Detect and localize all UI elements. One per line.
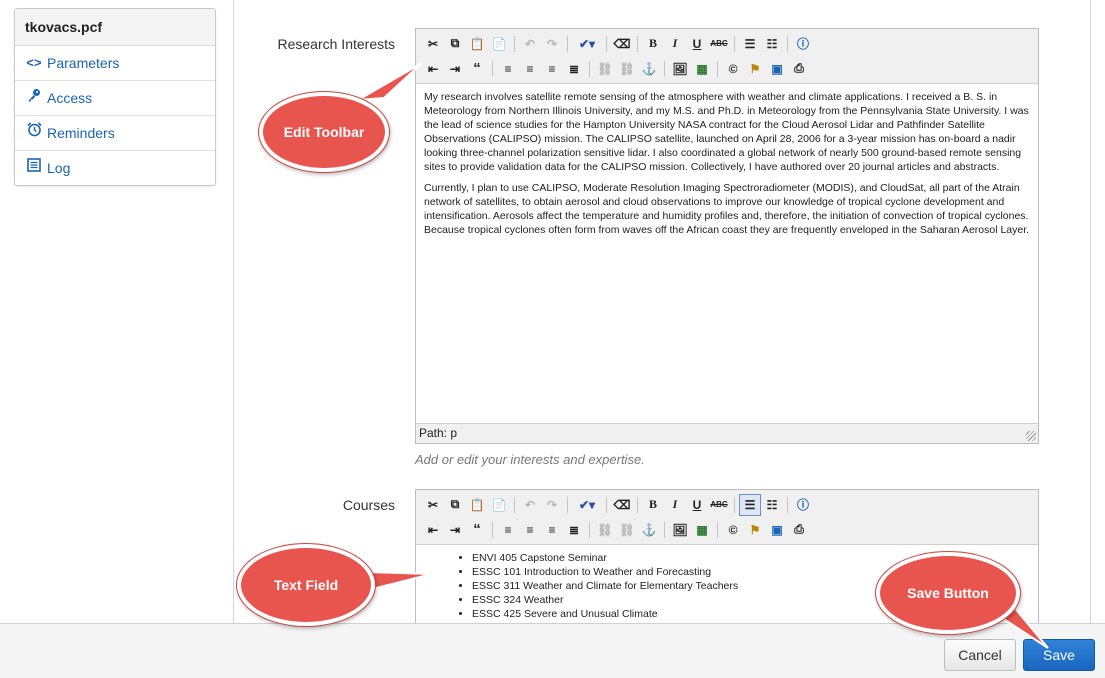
text-field-arrow [367, 570, 433, 592]
save-button-callout: Save Button [876, 552, 1020, 634]
edit-toolbar-arrow [357, 62, 423, 101]
edit-toolbar-callout: Edit Toolbar [259, 92, 389, 172]
text-field-callout: Text Field [237, 544, 375, 626]
